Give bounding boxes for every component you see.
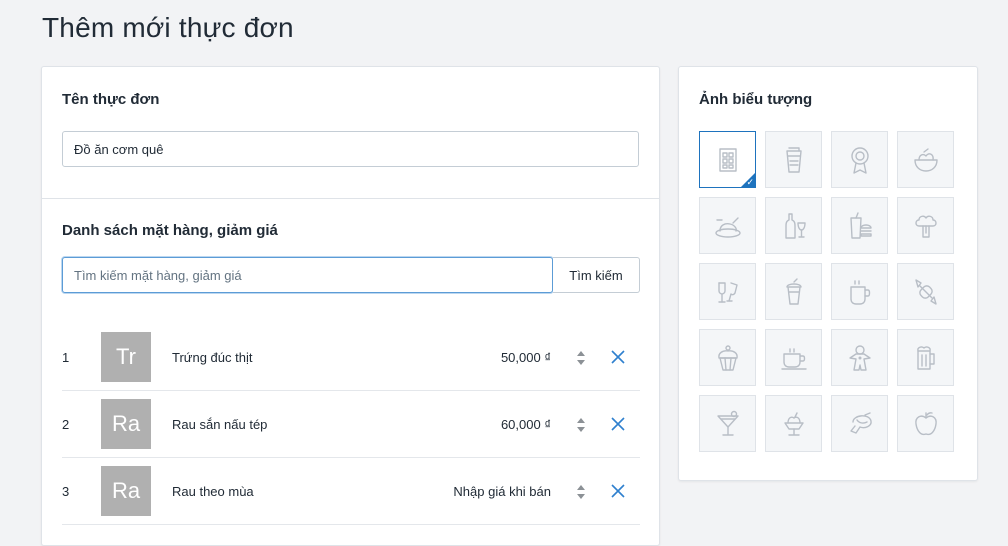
icon-option-wine-bottle-glass[interactable]: [765, 197, 822, 254]
roast-dish-icon: [715, 217, 741, 238]
sort-icon[interactable]: [575, 350, 587, 366]
gingerbread-icon: [849, 345, 871, 371]
medal-icon: [851, 147, 869, 174]
cocktail-icon: [717, 410, 739, 436]
coffee-mug-icon: [850, 280, 871, 305]
item-thumbnail: Ra: [101, 399, 151, 449]
candy-icon: [915, 279, 937, 305]
menu-form-card: Tên thực đơn Danh sách mặt hàng, giảm gi…: [41, 66, 660, 546]
icon-option-tea-cup[interactable]: [765, 329, 822, 386]
items-label: Danh sách mặt hàng, giảm giá: [62, 222, 278, 239]
sort-icon[interactable]: [575, 417, 587, 433]
icon-option-ice-cream-sundae[interactable]: [765, 395, 822, 452]
smoothie-icon: [786, 278, 802, 305]
icon-option-cupcake[interactable]: [699, 329, 756, 386]
icon-option-cocktail[interactable]: [699, 395, 756, 452]
soda-burger-icon: [850, 212, 872, 239]
icon-picker-label: Ảnh biểu tượng: [699, 91, 813, 108]
toast-glasses-icon: [718, 282, 738, 303]
item-row: 3 Ra Rau theo mùa Nhập giá khi bán: [62, 458, 640, 525]
icon-option-shrimp[interactable]: [831, 395, 888, 452]
remove-icon[interactable]: [610, 483, 626, 499]
item-search-input[interactable]: [62, 257, 553, 293]
page-title: Thêm mới thực đơn: [42, 12, 294, 43]
search-button[interactable]: Tìm kiếm: [553, 257, 640, 293]
menu-name-input[interactable]: [62, 131, 639, 167]
shrimp-icon: [850, 412, 872, 434]
item-row: 2 Ra Rau sắn nấu tép 60,000 ₫: [62, 391, 640, 458]
icon-option-apple[interactable]: [897, 395, 954, 452]
icon-option-broccoli[interactable]: [897, 197, 954, 254]
menu-name-label: Tên thực đơn: [62, 91, 160, 108]
section-divider: [42, 198, 659, 199]
item-index: 3: [62, 484, 70, 499]
item-name: Trứng đúc thịt: [172, 350, 253, 365]
cupcake-icon: [718, 345, 738, 371]
checkmark-icon: ✓: [746, 177, 754, 187]
icon-option-soda-burger[interactable]: [831, 197, 888, 254]
remove-icon[interactable]: [610, 416, 626, 432]
salad-bowl-icon: [914, 148, 938, 172]
icon-option-coffee-mug[interactable]: [831, 263, 888, 320]
item-price[interactable]: 50,000 ₫: [501, 324, 551, 391]
item-name: Rau theo mùa: [172, 484, 254, 499]
icon-option-medal[interactable]: [831, 131, 888, 188]
tea-cup-icon: [781, 348, 807, 370]
sort-icon[interactable]: [575, 484, 587, 500]
icon-option-toast-glasses[interactable]: [699, 263, 756, 320]
beer-mug-icon: [917, 346, 935, 370]
broccoli-icon: [915, 215, 937, 238]
icon-option-roast-dish[interactable]: [699, 197, 756, 254]
item-index: 2: [62, 417, 70, 432]
icon-option-salad-bowl[interactable]: [897, 131, 954, 188]
icon-option-menu-board[interactable]: ✓: [699, 131, 756, 188]
icon-picker-card: Ảnh biểu tượng ✓: [678, 66, 978, 481]
item-thumbnail: Tr: [101, 332, 151, 382]
item-name: Rau sắn nấu tép: [172, 417, 268, 432]
wine-bottle-glass-icon: [785, 213, 806, 239]
remove-icon[interactable]: [610, 349, 626, 365]
drink-cup-icon: [786, 147, 802, 173]
item-thumbnail: Ra: [101, 466, 151, 516]
ice-cream-sundae-icon: [784, 412, 804, 436]
icon-option-gingerbread[interactable]: [831, 329, 888, 386]
icon-option-smoothie[interactable]: [765, 263, 822, 320]
icon-option-candy[interactable]: [897, 263, 954, 320]
item-price[interactable]: Nhập giá khi bán: [453, 458, 551, 525]
apple-icon: [915, 412, 937, 436]
menu-board-icon: [719, 148, 737, 172]
icon-option-beer-mug[interactable]: [897, 329, 954, 386]
item-row: 1 Tr Trứng đúc thịt 50,000 ₫: [62, 324, 640, 391]
item-index: 1: [62, 350, 70, 365]
icon-option-drink-cup[interactable]: [765, 131, 822, 188]
item-price[interactable]: 60,000 ₫: [501, 391, 551, 458]
